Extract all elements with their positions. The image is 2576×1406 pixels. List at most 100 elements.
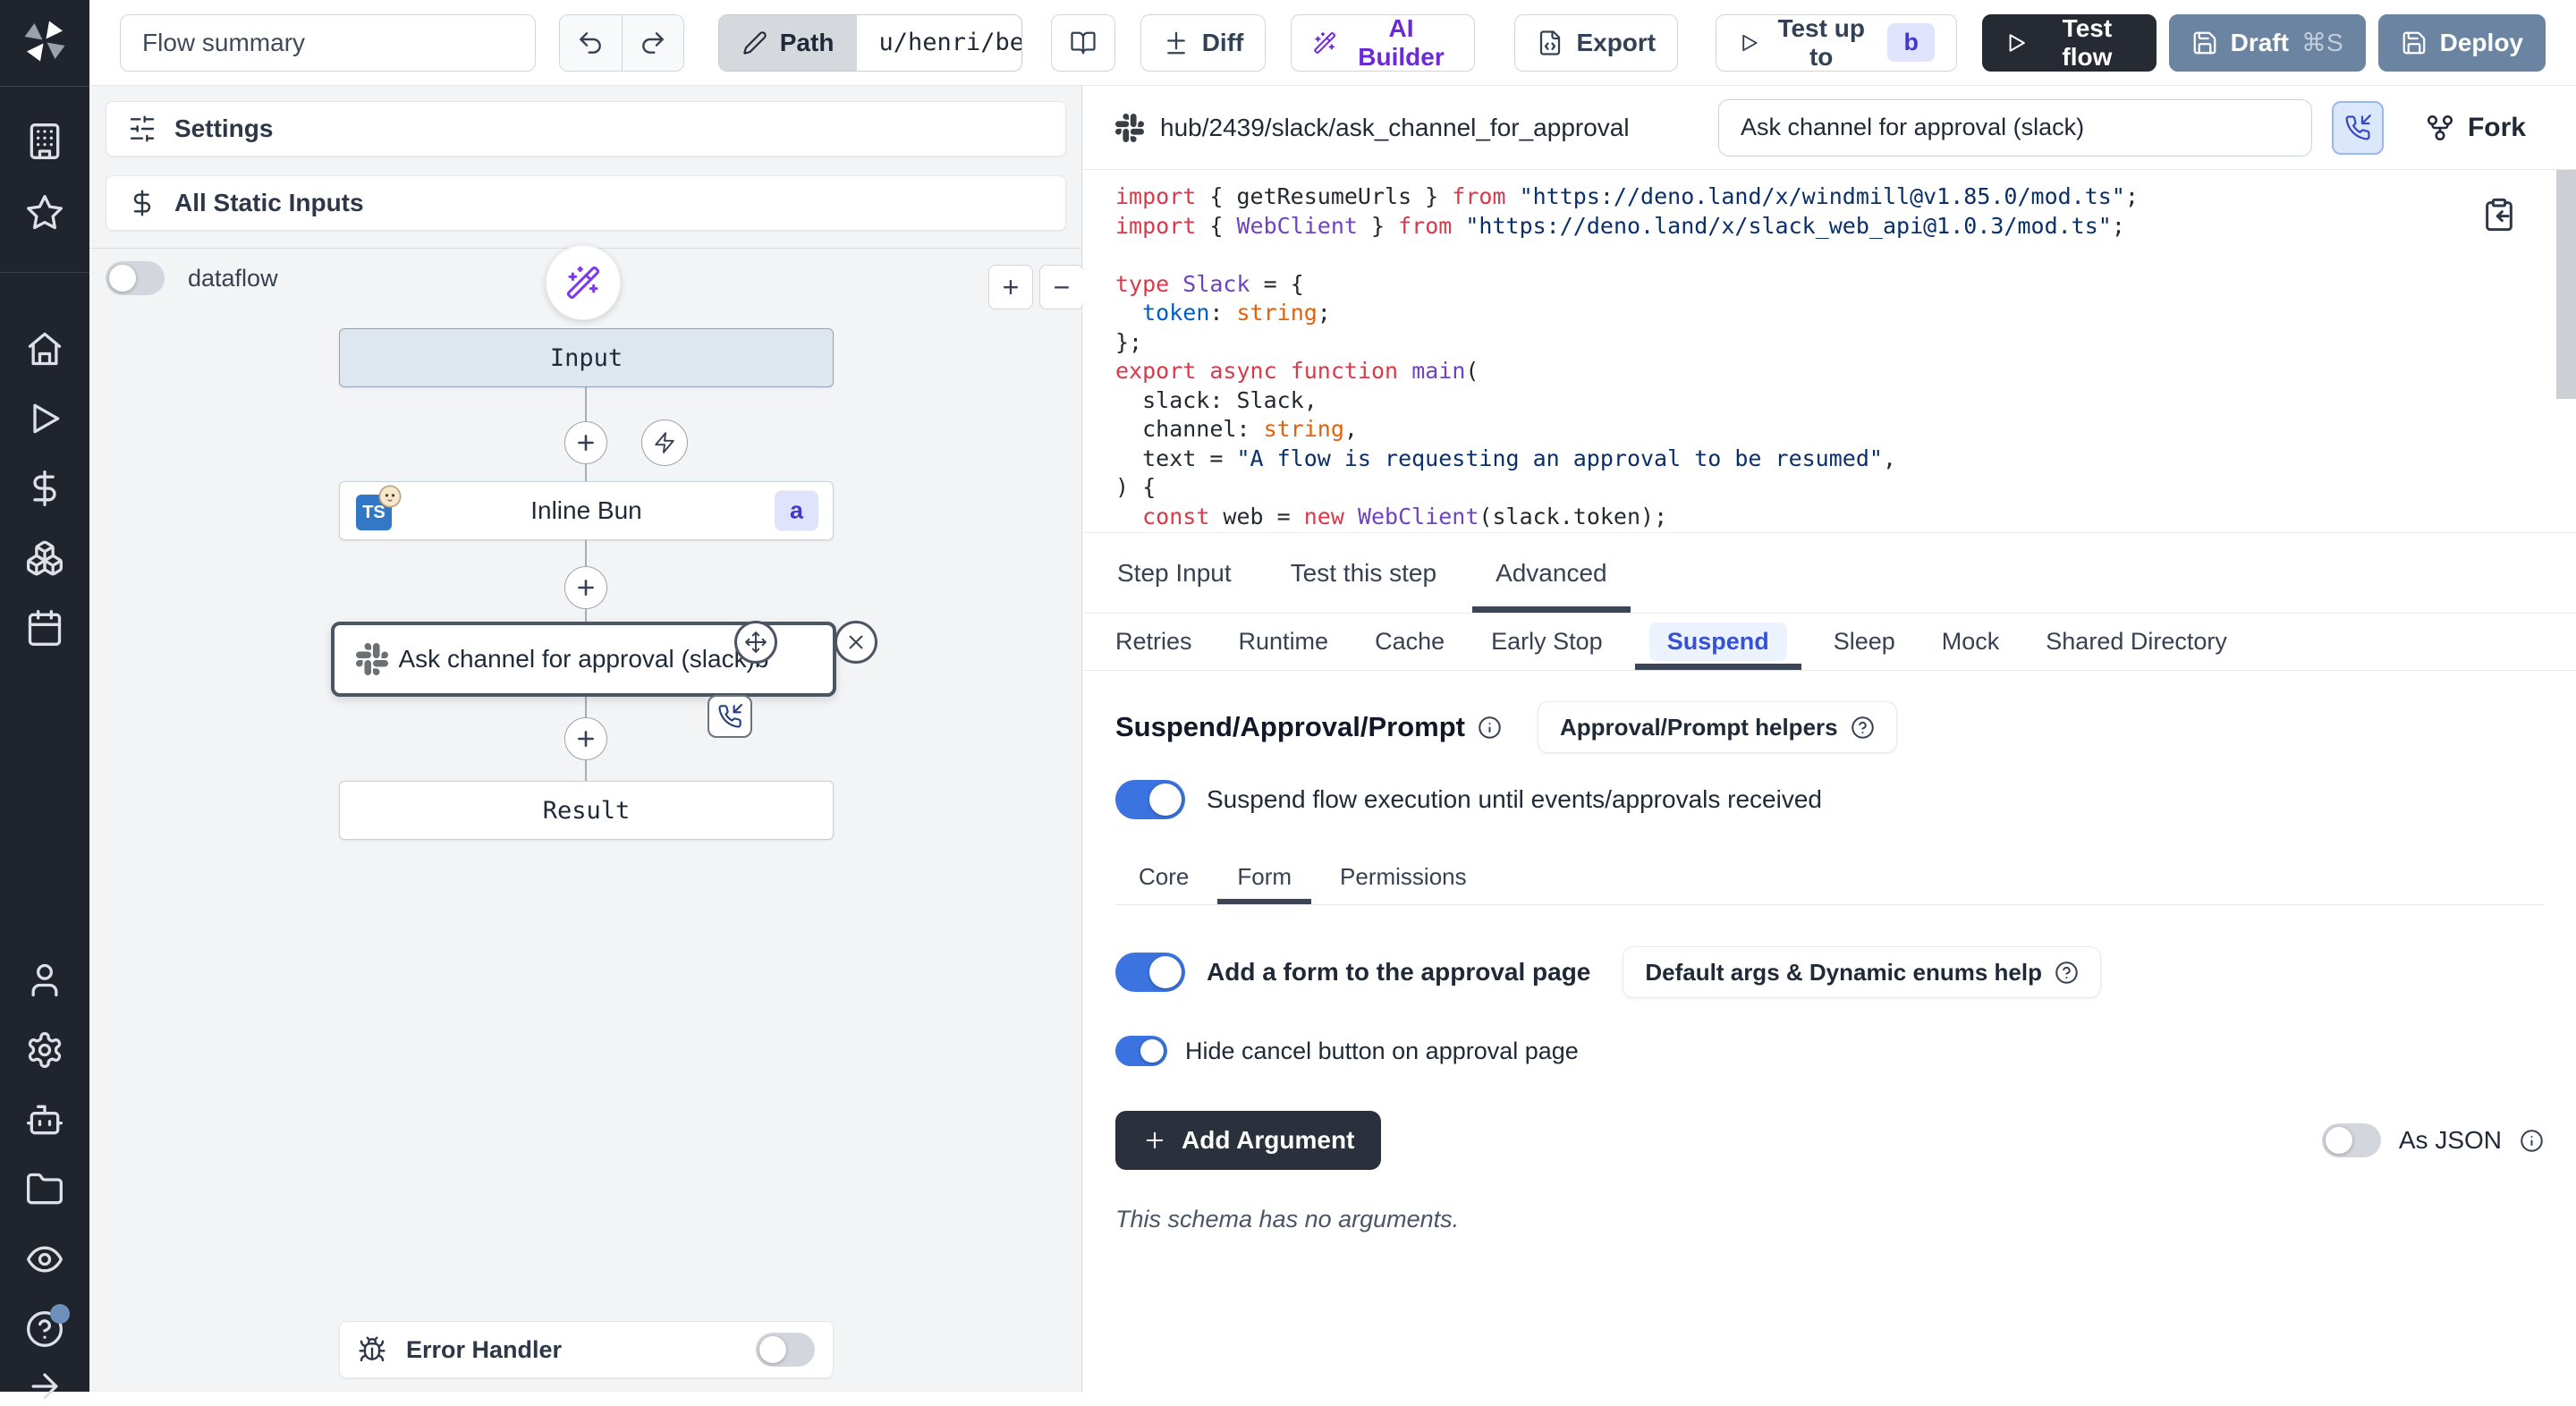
tab-core[interactable]: Core (1119, 850, 1208, 904)
error-handler-toggle[interactable] (756, 1333, 815, 1367)
favorites-star-icon[interactable] (25, 193, 64, 233)
undo-redo-group (559, 14, 684, 72)
audit-eye-icon[interactable] (25, 1240, 64, 1279)
draft-button[interactable]: Draft ⌘S (2169, 14, 2366, 72)
suspend-heading: Suspend/Approval/Prompt (1115, 711, 1465, 743)
hide-cancel-toggle[interactable] (1115, 1036, 1167, 1066)
approval-prompt-helpers-button[interactable]: Approval/Prompt helpers (1538, 701, 1897, 753)
step-name-input[interactable] (1718, 99, 2312, 157)
schedules-calendar-icon[interactable] (25, 608, 64, 648)
tab-test-this-step[interactable]: Test this step (1267, 533, 1460, 613)
subtab-early-stop[interactable]: Early Stop (1477, 614, 1617, 670)
path-value[interactable]: u/henri/ben (857, 15, 1021, 71)
step-header: hub/2439/slack/ask_channel_for_approval … (1083, 86, 2576, 170)
delete-step-button[interactable] (835, 621, 877, 664)
flow-node-result[interactable]: Result (339, 781, 834, 840)
redo-button[interactable] (622, 15, 683, 71)
windmill-logo[interactable] (18, 14, 72, 68)
docs-book-button[interactable] (1051, 14, 1115, 72)
sidebar-divider (0, 86, 89, 87)
zoom-out-button[interactable]: − (1039, 265, 1084, 309)
collapse-arrow-icon[interactable] (25, 1367, 64, 1406)
ai-builder-button[interactable]: AI Builder (1291, 14, 1475, 72)
save-icon (2401, 30, 2428, 56)
all-static-inputs-button[interactable]: All Static Inputs (106, 175, 1066, 231)
tab-form[interactable]: Form (1217, 850, 1311, 904)
step-id-badge-a: a (775, 491, 818, 531)
suspend-phone-indicator-button[interactable] (2332, 101, 2384, 155)
trigger-zap-button[interactable] (641, 419, 688, 466)
subtab-runtime[interactable]: Runtime (1224, 614, 1343, 670)
editor-scrollbar[interactable] (2556, 170, 2576, 399)
subtab-mock[interactable]: Mock (1928, 614, 2014, 670)
suspend-phone-badge[interactable] (708, 695, 752, 738)
slack-icon (1115, 114, 1144, 142)
deploy-label: Deploy (2440, 29, 2523, 57)
insert-step-button[interactable] (564, 566, 607, 609)
plus-icon (1142, 1128, 1167, 1153)
folders-icon[interactable] (25, 1170, 64, 1209)
add-form-toggle[interactable] (1115, 953, 1185, 992)
suspend-section: Suspend/Approval/Prompt Approval/Prompt … (1083, 671, 2576, 1264)
flow-settings-button[interactable]: Settings (106, 101, 1066, 157)
export-label: Export (1576, 29, 1656, 57)
phone-incoming-icon (717, 704, 742, 729)
undo-button[interactable] (560, 15, 622, 71)
flow-node-inline-bun-label: Inline Bun (530, 496, 642, 525)
file-export-icon (1537, 30, 1563, 56)
suspend-form-tabs: Core Form Permissions (1115, 850, 2544, 905)
users-icon[interactable] (25, 961, 64, 1000)
flow-node-input[interactable]: Input (339, 328, 834, 387)
workspace-icon[interactable] (25, 122, 64, 161)
code-editor[interactable]: import { getResumeUrls } from "https://d… (1083, 170, 2576, 533)
ai-flow-wand-button[interactable] (546, 245, 621, 320)
help-icon[interactable] (25, 1309, 64, 1349)
draft-label: Draft (2231, 29, 2289, 57)
settings-gear-icon[interactable] (25, 1030, 64, 1070)
save-icon (2191, 30, 2218, 56)
fork-button[interactable]: Fork (2425, 113, 2526, 143)
tab-step-input[interactable]: Step Input (1094, 533, 1255, 613)
tab-advanced[interactable]: Advanced (1472, 533, 1631, 613)
home-icon[interactable] (25, 329, 64, 368)
subtab-retries[interactable]: Retries (1101, 614, 1207, 670)
path-group: Path u/henri/ben (718, 14, 1022, 72)
advanced-subtabs: Retries Runtime Cache Early Stop Suspend… (1083, 614, 2576, 671)
suspend-flow-toggle[interactable] (1115, 780, 1185, 819)
test-up-to-button[interactable]: Test up to b (1716, 14, 1957, 72)
hub-script-path: hub/2439/slack/ask_channel_for_approval (1160, 114, 1630, 142)
subtab-suspend[interactable]: Suspend (1635, 614, 1801, 670)
flow-node-input-label: Input (550, 344, 623, 372)
tab-permissions[interactable]: Permissions (1320, 850, 1487, 904)
diff-label: Diff (1202, 29, 1244, 57)
slack-icon (356, 643, 388, 675)
resources-boxes-icon[interactable] (25, 538, 64, 578)
zoom-in-button[interactable]: + (988, 265, 1033, 309)
export-button[interactable]: Export (1514, 14, 1678, 72)
workers-bot-icon[interactable] (25, 1100, 64, 1139)
flow-node-inline-bun[interactable]: TS Inline Bun a (339, 481, 834, 540)
subtab-cache[interactable]: Cache (1360, 614, 1459, 670)
dataflow-toggle[interactable] (106, 261, 165, 295)
insert-step-button[interactable] (564, 421, 607, 464)
default-args-help-button[interactable]: Default args & Dynamic enums help (1623, 946, 2101, 998)
deploy-button[interactable]: Deploy (2378, 14, 2546, 72)
variables-dollar-icon[interactable] (25, 469, 64, 508)
bug-icon (358, 1335, 386, 1364)
test-flow-button[interactable]: Test flow (1982, 14, 2157, 72)
path-edit-button[interactable]: Path (719, 15, 858, 71)
as-json-toggle[interactable] (2322, 1123, 2381, 1157)
add-form-label: Add a form to the approval page (1207, 958, 1590, 987)
add-argument-button[interactable]: Add Argument (1115, 1111, 1381, 1170)
insert-step-button[interactable] (564, 717, 607, 760)
wand-sparkles-icon (565, 265, 601, 301)
diff-button[interactable]: Diff (1140, 14, 1267, 72)
copy-code-button[interactable] (2481, 197, 2517, 233)
flow-node-result-label: Result (543, 797, 631, 825)
ai-builder-label: AI Builder (1350, 14, 1453, 72)
move-step-button[interactable] (734, 621, 777, 664)
subtab-sleep[interactable]: Sleep (1819, 614, 1910, 670)
runs-play-icon[interactable] (25, 399, 64, 438)
subtab-shared-directory[interactable]: Shared Directory (2031, 614, 2241, 670)
flow-summary-input[interactable] (120, 14, 536, 72)
